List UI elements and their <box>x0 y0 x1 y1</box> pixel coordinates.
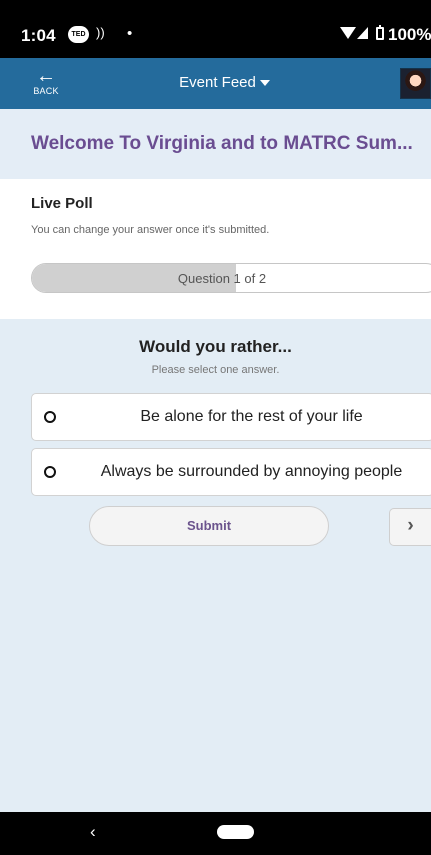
answer-option-surrounded[interactable]: Always be surrounded by annoying people <box>31 448 431 496</box>
back-label: BACK <box>33 86 59 96</box>
submit-button[interactable]: Submit <box>89 506 329 546</box>
app-bar: ← BACK Event Feed <box>0 58 431 109</box>
event-feed-dropdown[interactable]: Event Feed <box>162 74 287 91</box>
home-pill-icon[interactable] <box>217 825 254 839</box>
ted-notification-icon: TED <box>68 26 89 43</box>
notification-dot-icon: • <box>127 25 133 42</box>
event-feed-title: Event Feed <box>179 74 256 91</box>
back-arrow-icon: ← <box>36 65 56 87</box>
question-text: Would you rather... <box>139 337 292 356</box>
status-bar: 1:04 TED )) • 100% <box>0 0 431 58</box>
question-instruction: Please select one answer. <box>151 364 280 376</box>
progress-label: Question 1 of 2 <box>177 271 267 286</box>
question-area: Would you rather... Please select one an… <box>0 319 431 812</box>
welcome-banner: Welcome To Virginia and to MATRC Sum... <box>0 109 431 179</box>
chevron-right-icon: › <box>407 515 414 536</box>
next-question-button[interactable]: › <box>389 508 431 546</box>
poll-title: Live Poll <box>31 195 93 212</box>
sound-wave-icon: )) <box>96 25 105 40</box>
user-avatar[interactable] <box>400 68 431 99</box>
signal-icon <box>357 27 368 39</box>
poll-subtitle: You can change your answer once it's sub… <box>31 224 270 236</box>
system-navigation-bar: ‹ <box>0 812 431 855</box>
radio-icon[interactable] <box>44 411 56 423</box>
question-progress: Question 1 of 2 <box>31 263 431 293</box>
caret-down-icon <box>259 80 270 87</box>
answer-option-alone[interactable]: Be alone for the rest of your life <box>31 393 431 441</box>
battery-percentage: 100% <box>388 25 431 44</box>
clock-time: 1:04 <box>21 26 56 45</box>
system-back-icon[interactable]: ‹ <box>90 822 96 842</box>
radio-icon[interactable] <box>44 466 56 478</box>
welcome-title: Welcome To Virginia and to MATRC Sum... <box>31 133 413 154</box>
option-label: Always be surrounded by annoying people <box>100 463 403 480</box>
wifi-icon <box>340 27 356 39</box>
app-screen: 1:04 TED )) • 100% ← BACK Event Feed Wel… <box>0 0 431 855</box>
back-button[interactable]: ← BACK <box>26 65 66 103</box>
live-poll-header: Live Poll You can change your answer onc… <box>0 179 431 319</box>
battery-icon <box>376 25 384 40</box>
option-label: Be alone for the rest of your life <box>140 408 363 425</box>
